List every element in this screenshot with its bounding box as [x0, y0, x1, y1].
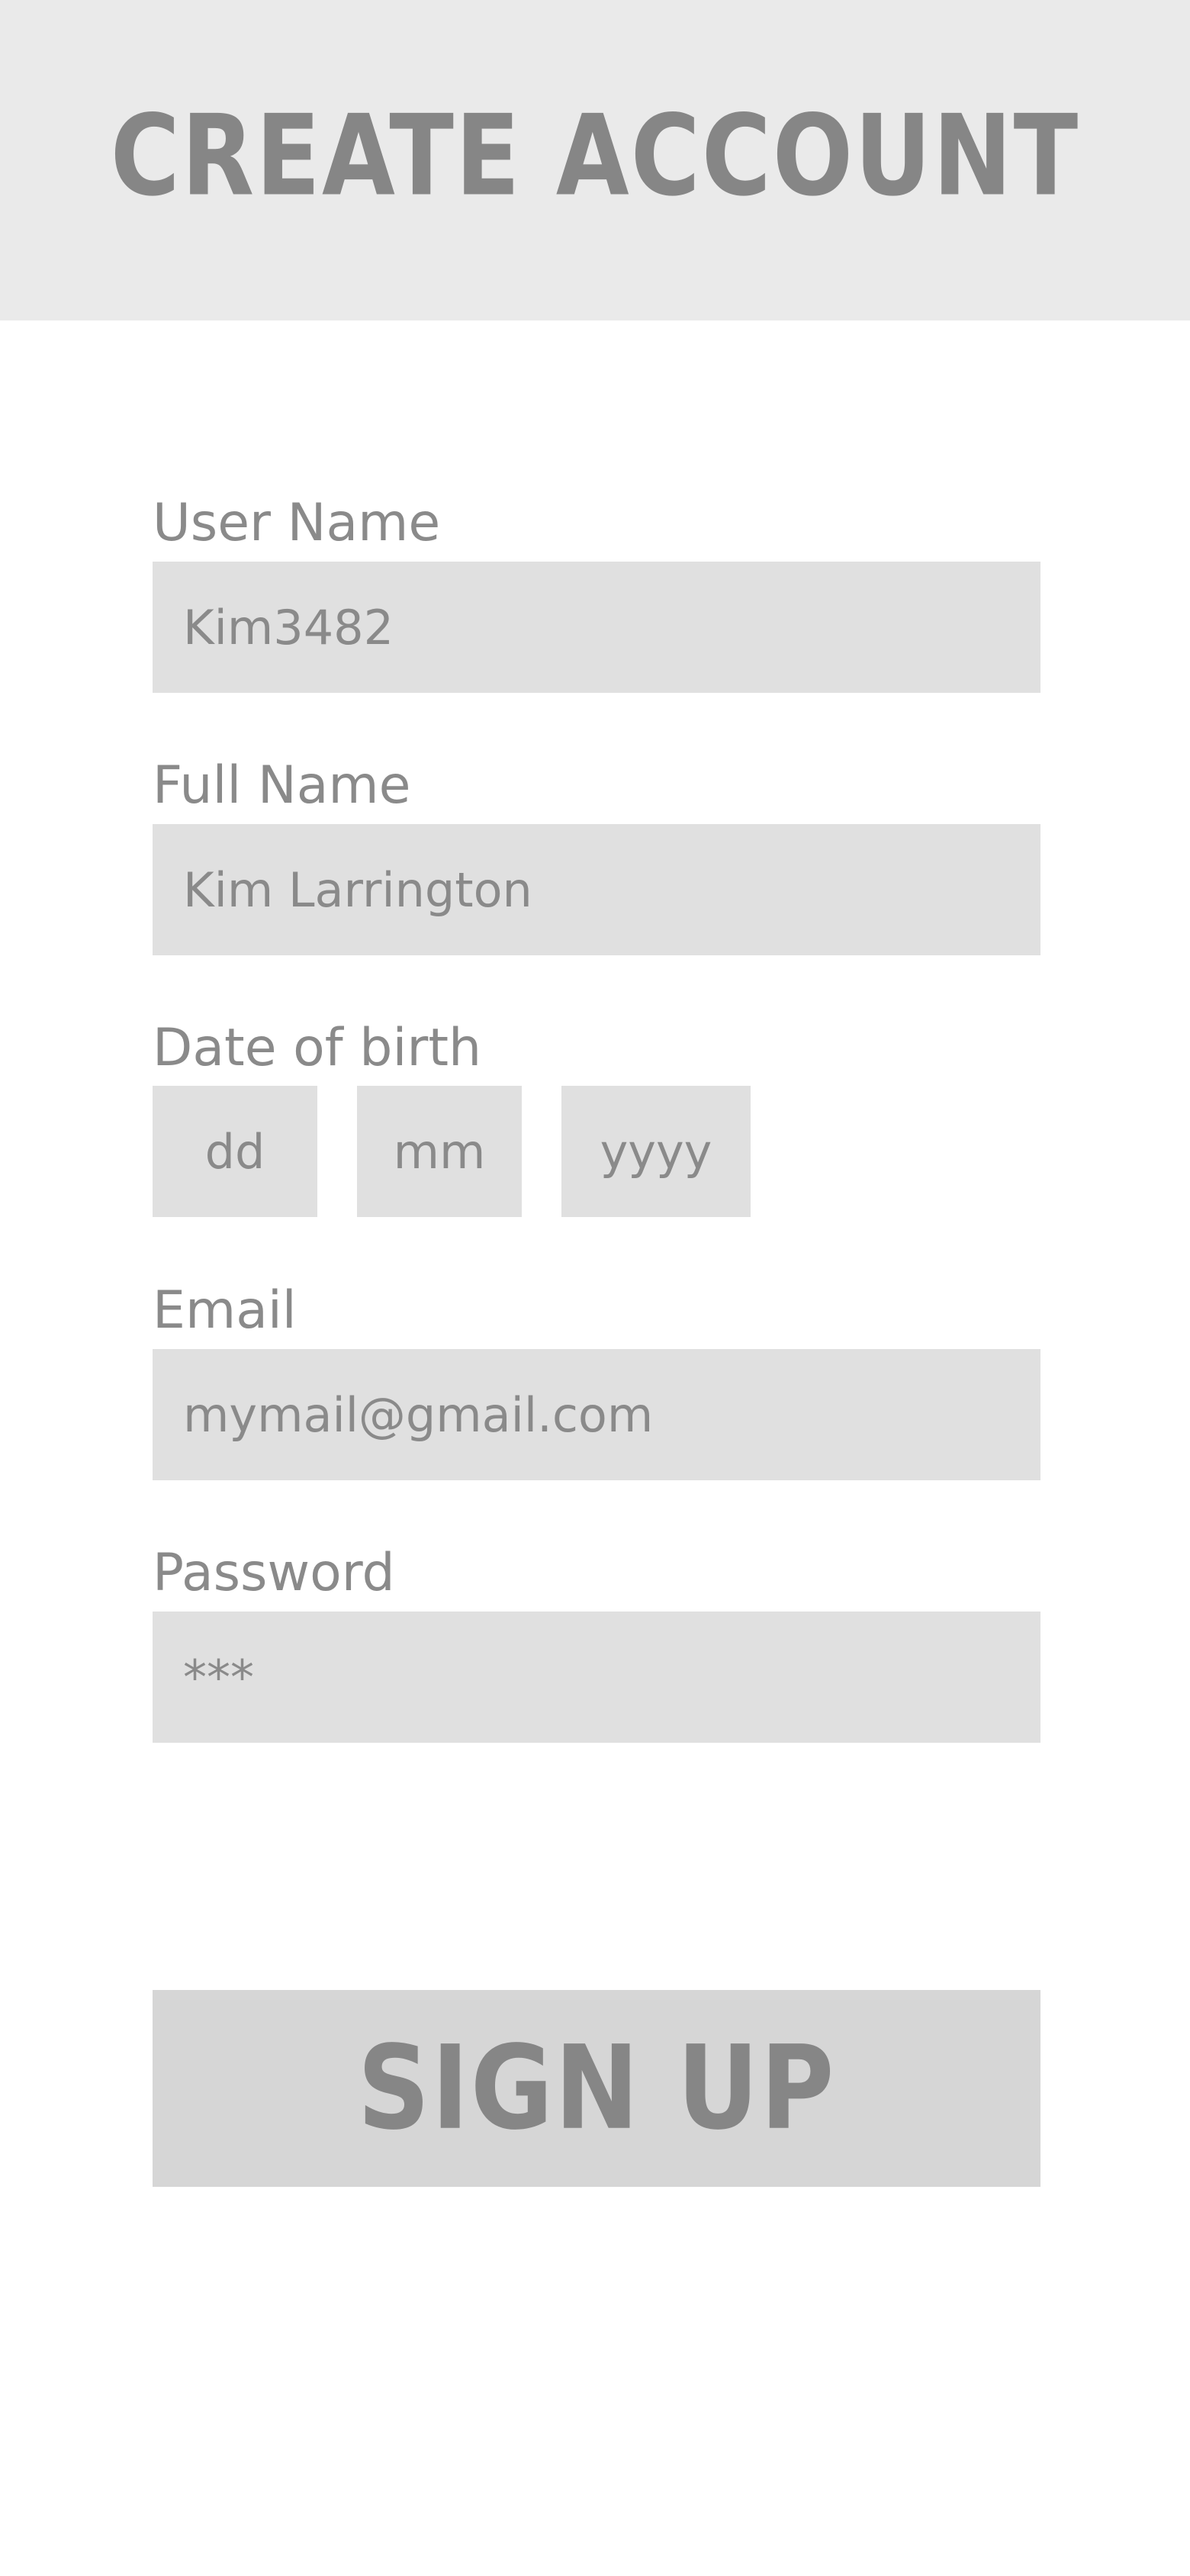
dob-month-input[interactable] — [357, 1086, 522, 1217]
email-input[interactable] — [153, 1349, 1040, 1480]
dob-day-input[interactable] — [153, 1086, 317, 1217]
dob-year-input[interactable] — [561, 1086, 751, 1217]
password-input[interactable] — [153, 1612, 1040, 1743]
page-title: CREATE ACCOUNT — [110, 92, 1080, 221]
username-input[interactable] — [153, 562, 1040, 693]
password-label: Password — [153, 1543, 395, 1603]
sign-up-button[interactable]: SIGN UP — [153, 1990, 1040, 2187]
fullname-label: Full Name — [153, 755, 411, 816]
email-label: Email — [153, 1280, 297, 1341]
fullname-input[interactable] — [153, 824, 1040, 955]
sign-up-label: SIGN UP — [357, 2021, 836, 2156]
username-label: User Name — [153, 493, 441, 553]
dob-label: Date of birth — [153, 1018, 482, 1078]
header-banner: CREATE ACCOUNT — [0, 0, 1190, 320]
